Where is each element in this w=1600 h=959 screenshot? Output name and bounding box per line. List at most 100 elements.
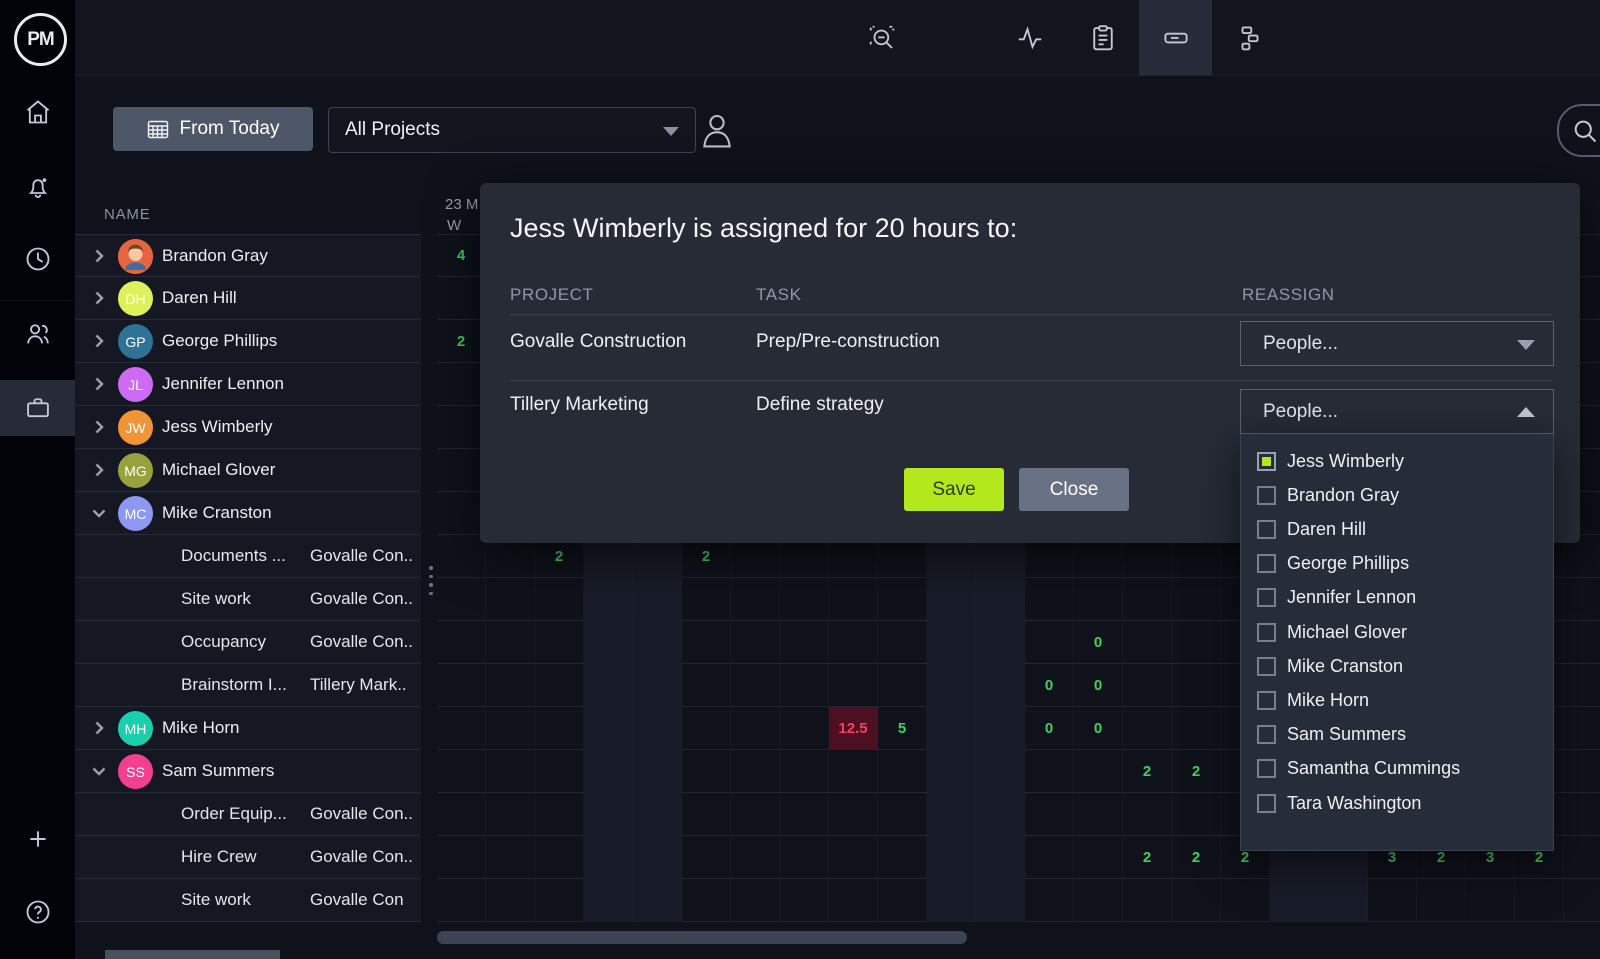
checkbox-unchecked[interactable]: [1257, 794, 1276, 813]
task-row[interactable]: Site workGovalle Con: [75, 879, 421, 922]
workload-cell[interactable]: [1025, 621, 1074, 664]
workload-cell[interactable]: [1172, 707, 1221, 750]
workload-cell[interactable]: [633, 578, 682, 621]
workload-cell[interactable]: [829, 664, 878, 707]
workload-cell[interactable]: [1564, 836, 1600, 879]
pm-logo[interactable]: PM: [14, 13, 67, 66]
workload-cell[interactable]: [437, 621, 486, 664]
tool-tab-workload[interactable]: [1139, 0, 1212, 75]
people-dropdown-item[interactable]: Samantha Cummings: [1241, 752, 1553, 786]
workload-cell[interactable]: [682, 621, 731, 664]
workload-cell[interactable]: [1319, 879, 1368, 922]
workload-cell[interactable]: [731, 664, 780, 707]
task-row[interactable]: Order Equip...Govalle Con..: [75, 793, 421, 836]
workload-cell[interactable]: [878, 664, 927, 707]
workload-cell[interactable]: [829, 793, 878, 836]
workload-cell[interactable]: [1123, 621, 1172, 664]
workload-cell[interactable]: [1172, 578, 1221, 621]
workload-cell[interactable]: [878, 793, 927, 836]
workload-cell[interactable]: [682, 750, 731, 793]
workload-cell[interactable]: [633, 664, 682, 707]
workload-cell[interactable]: [584, 879, 633, 922]
workload-cell[interactable]: [780, 793, 829, 836]
workload-cell[interactable]: [486, 664, 535, 707]
project-filter-select[interactable]: All Projects: [328, 107, 696, 153]
workload-cell[interactable]: [1515, 879, 1564, 922]
workload-cell[interactable]: 2: [437, 320, 486, 363]
workload-cell[interactable]: [731, 836, 780, 879]
workload-cell[interactable]: [976, 664, 1025, 707]
workload-cell[interactable]: [1564, 879, 1600, 922]
checkbox-unchecked[interactable]: [1257, 691, 1276, 710]
workload-cell[interactable]: [927, 836, 976, 879]
workload-cell[interactable]: [731, 793, 780, 836]
chevron-right-icon[interactable]: [90, 461, 108, 479]
resource-row[interactable]: GPGeorge Phillips: [75, 320, 421, 363]
checkbox-unchecked[interactable]: [1257, 759, 1276, 778]
workload-cell[interactable]: [1564, 621, 1600, 664]
workload-cell[interactable]: [1123, 578, 1172, 621]
workload-cell[interactable]: [976, 750, 1025, 793]
workload-cell[interactable]: [437, 363, 486, 406]
workload-cell[interactable]: [535, 664, 584, 707]
workload-cell[interactable]: [584, 578, 633, 621]
workload-cell[interactable]: [633, 621, 682, 664]
workload-cell[interactable]: [780, 578, 829, 621]
workload-cell[interactable]: [1564, 707, 1600, 750]
workload-cell[interactable]: [927, 793, 976, 836]
people-dropdown-item[interactable]: Jennifer Lennon: [1241, 581, 1553, 615]
people-dropdown-item[interactable]: Jess Wimberly: [1241, 444, 1553, 478]
workload-cell[interactable]: [780, 879, 829, 922]
workload-cell[interactable]: [1123, 707, 1172, 750]
workload-cell[interactable]: [878, 621, 927, 664]
workload-cell[interactable]: [682, 793, 731, 836]
workload-cell[interactable]: [633, 793, 682, 836]
workload-cell[interactable]: [829, 836, 878, 879]
workload-cell[interactable]: [1564, 793, 1600, 836]
workload-cell[interactable]: 2: [1123, 836, 1172, 879]
horizontal-scrollbar[interactable]: [437, 931, 967, 944]
workload-cell[interactable]: [633, 750, 682, 793]
workload-cell[interactable]: [927, 578, 976, 621]
tool-tab-zoom-search[interactable]: [845, 0, 918, 75]
sidebar-item-team[interactable]: [0, 306, 75, 362]
tool-tab-activity[interactable]: [993, 0, 1066, 75]
workload-cell[interactable]: [1074, 578, 1123, 621]
chevron-down-icon[interactable]: [90, 762, 108, 780]
workload-cell[interactable]: [976, 621, 1025, 664]
workload-cell[interactable]: [486, 836, 535, 879]
workload-cell[interactable]: [584, 664, 633, 707]
workload-cell[interactable]: [633, 707, 682, 750]
people-dropdown-item[interactable]: Daren Hill: [1241, 512, 1553, 546]
workload-cell[interactable]: [780, 707, 829, 750]
people-dropdown-item[interactable]: Brandon Gray: [1241, 478, 1553, 512]
workload-cell[interactable]: [437, 406, 486, 449]
workload-cell[interactable]: [486, 750, 535, 793]
workload-cell[interactable]: [1123, 793, 1172, 836]
workload-cell[interactable]: 0: [1074, 621, 1123, 664]
workload-cell[interactable]: [829, 578, 878, 621]
workload-cell[interactable]: [1270, 879, 1319, 922]
workload-cell[interactable]: 5: [878, 707, 927, 750]
workload-cell[interactable]: [486, 879, 535, 922]
workload-cell[interactable]: [1025, 578, 1074, 621]
workload-cell[interactable]: [437, 879, 486, 922]
chevron-right-icon[interactable]: [90, 247, 108, 265]
resource-row[interactable]: DHDaren Hill: [75, 277, 421, 320]
workload-cell[interactable]: [829, 750, 878, 793]
workload-cell[interactable]: [976, 707, 1025, 750]
workload-cell[interactable]: [486, 707, 535, 750]
sidebar-item-recent[interactable]: [0, 231, 75, 287]
workload-cell[interactable]: [731, 879, 780, 922]
workload-cell[interactable]: [780, 621, 829, 664]
reassign-select-closed[interactable]: People...: [1240, 321, 1554, 366]
task-row[interactable]: OccupancyGovalle Con..: [75, 621, 421, 664]
workload-cell[interactable]: [927, 750, 976, 793]
resource-row[interactable]: JWJess Wimberly: [75, 406, 421, 449]
workload-cell[interactable]: [437, 664, 486, 707]
workload-cell[interactable]: [731, 707, 780, 750]
workload-cell[interactable]: [1368, 879, 1417, 922]
checkbox-unchecked[interactable]: [1257, 588, 1276, 607]
chevron-right-icon[interactable]: [90, 289, 108, 307]
chevron-down-icon[interactable]: [90, 504, 108, 522]
